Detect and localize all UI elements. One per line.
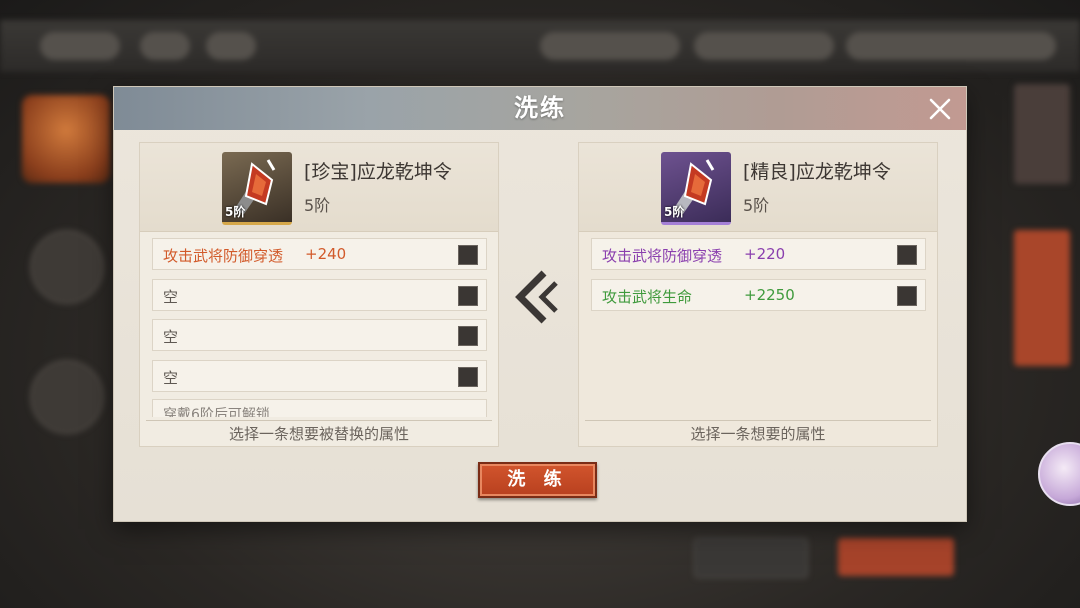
- add-slot: [30, 230, 104, 304]
- top-chip: [40, 32, 120, 60]
- refine-button[interactable]: 洗 练: [478, 462, 597, 498]
- select-checkbox[interactable]: [897, 286, 917, 306]
- attribute-row[interactable]: 攻击武将防御穿透 +240: [152, 238, 487, 270]
- top-chip: [206, 32, 256, 60]
- attribute-row[interactable]: 空: [152, 279, 487, 311]
- new-equipment-panel: 5阶 [精良]应龙乾坤令 5阶 攻击武将防御穿透 +220 攻击武将生命 +22…: [578, 142, 938, 447]
- side-panel: [1014, 84, 1070, 184]
- top-chip: [694, 32, 834, 60]
- attribute-value: +240: [305, 245, 347, 263]
- background-button: [694, 538, 808, 578]
- background-button: [838, 538, 954, 576]
- attribute-row[interactable]: 攻击武将防御穿透 +220: [591, 238, 926, 270]
- attribute-label: 空: [163, 328, 179, 346]
- item-icon: 5阶: [222, 152, 292, 225]
- icon-tier: 5阶: [664, 205, 685, 219]
- icon-tier: 5阶: [225, 205, 246, 219]
- add-slot: [30, 360, 104, 434]
- locked-row: 穿戴6阶后可解锁: [152, 399, 487, 417]
- top-chip: [846, 32, 1056, 60]
- select-checkbox[interactable]: [897, 245, 917, 265]
- dialog-title: 洗练: [514, 94, 566, 122]
- select-checkbox[interactable]: [458, 286, 478, 306]
- item-tier: 5阶: [743, 196, 770, 215]
- current-equipment-panel: 5阶 [珍宝]应龙乾坤令 5阶 攻击武将防御穿透 +240 空 空 空 穿戴6阶…: [139, 142, 499, 447]
- refine-dialog: 洗练 5阶 [珍宝]应龙乾坤令 5阶 攻击武将防御穿透 +240 空 空 空 穿…: [114, 87, 966, 521]
- locked-row-text: 穿戴6阶后可解锁: [163, 407, 270, 417]
- item-name: [精良]应龙乾坤令: [743, 161, 891, 183]
- attribute-row[interactable]: 空: [152, 360, 487, 392]
- hero-portrait: [22, 95, 110, 183]
- item-name: [珍宝]应龙乾坤令: [304, 161, 452, 183]
- close-icon: [929, 98, 951, 120]
- panel-hint: 选择一条想要被替换的属性: [146, 420, 492, 447]
- item-header: 5阶 [精良]应龙乾坤令 5阶: [579, 143, 937, 232]
- select-checkbox[interactable]: [458, 326, 478, 346]
- attribute-value: +2250: [744, 286, 795, 304]
- attribute-label: 空: [163, 288, 179, 306]
- select-checkbox[interactable]: [458, 367, 478, 387]
- attribute-label: 空: [163, 369, 179, 387]
- attribute-label: 攻击武将防御穿透: [163, 247, 284, 265]
- attribute-value: +220: [744, 245, 786, 263]
- item-header: 5阶 [珍宝]应龙乾坤令 5阶: [140, 143, 498, 232]
- select-checkbox[interactable]: [458, 245, 478, 265]
- chevron-left-icon: [515, 270, 558, 324]
- panel-hint: 选择一条想要的属性: [585, 420, 931, 447]
- top-chip: [140, 32, 190, 60]
- item-tier: 5阶: [304, 196, 331, 215]
- attribute-label: 攻击武将生命: [602, 288, 693, 306]
- item-icon: 5阶: [661, 152, 731, 225]
- side-panel-red: [1014, 230, 1070, 366]
- top-chip: [540, 32, 680, 60]
- attribute-row[interactable]: 空: [152, 319, 487, 351]
- attribute-label: 攻击武将防御穿透: [602, 247, 723, 265]
- close-button[interactable]: [926, 95, 954, 123]
- attribute-row[interactable]: 攻击武将生命 +2250: [591, 279, 926, 311]
